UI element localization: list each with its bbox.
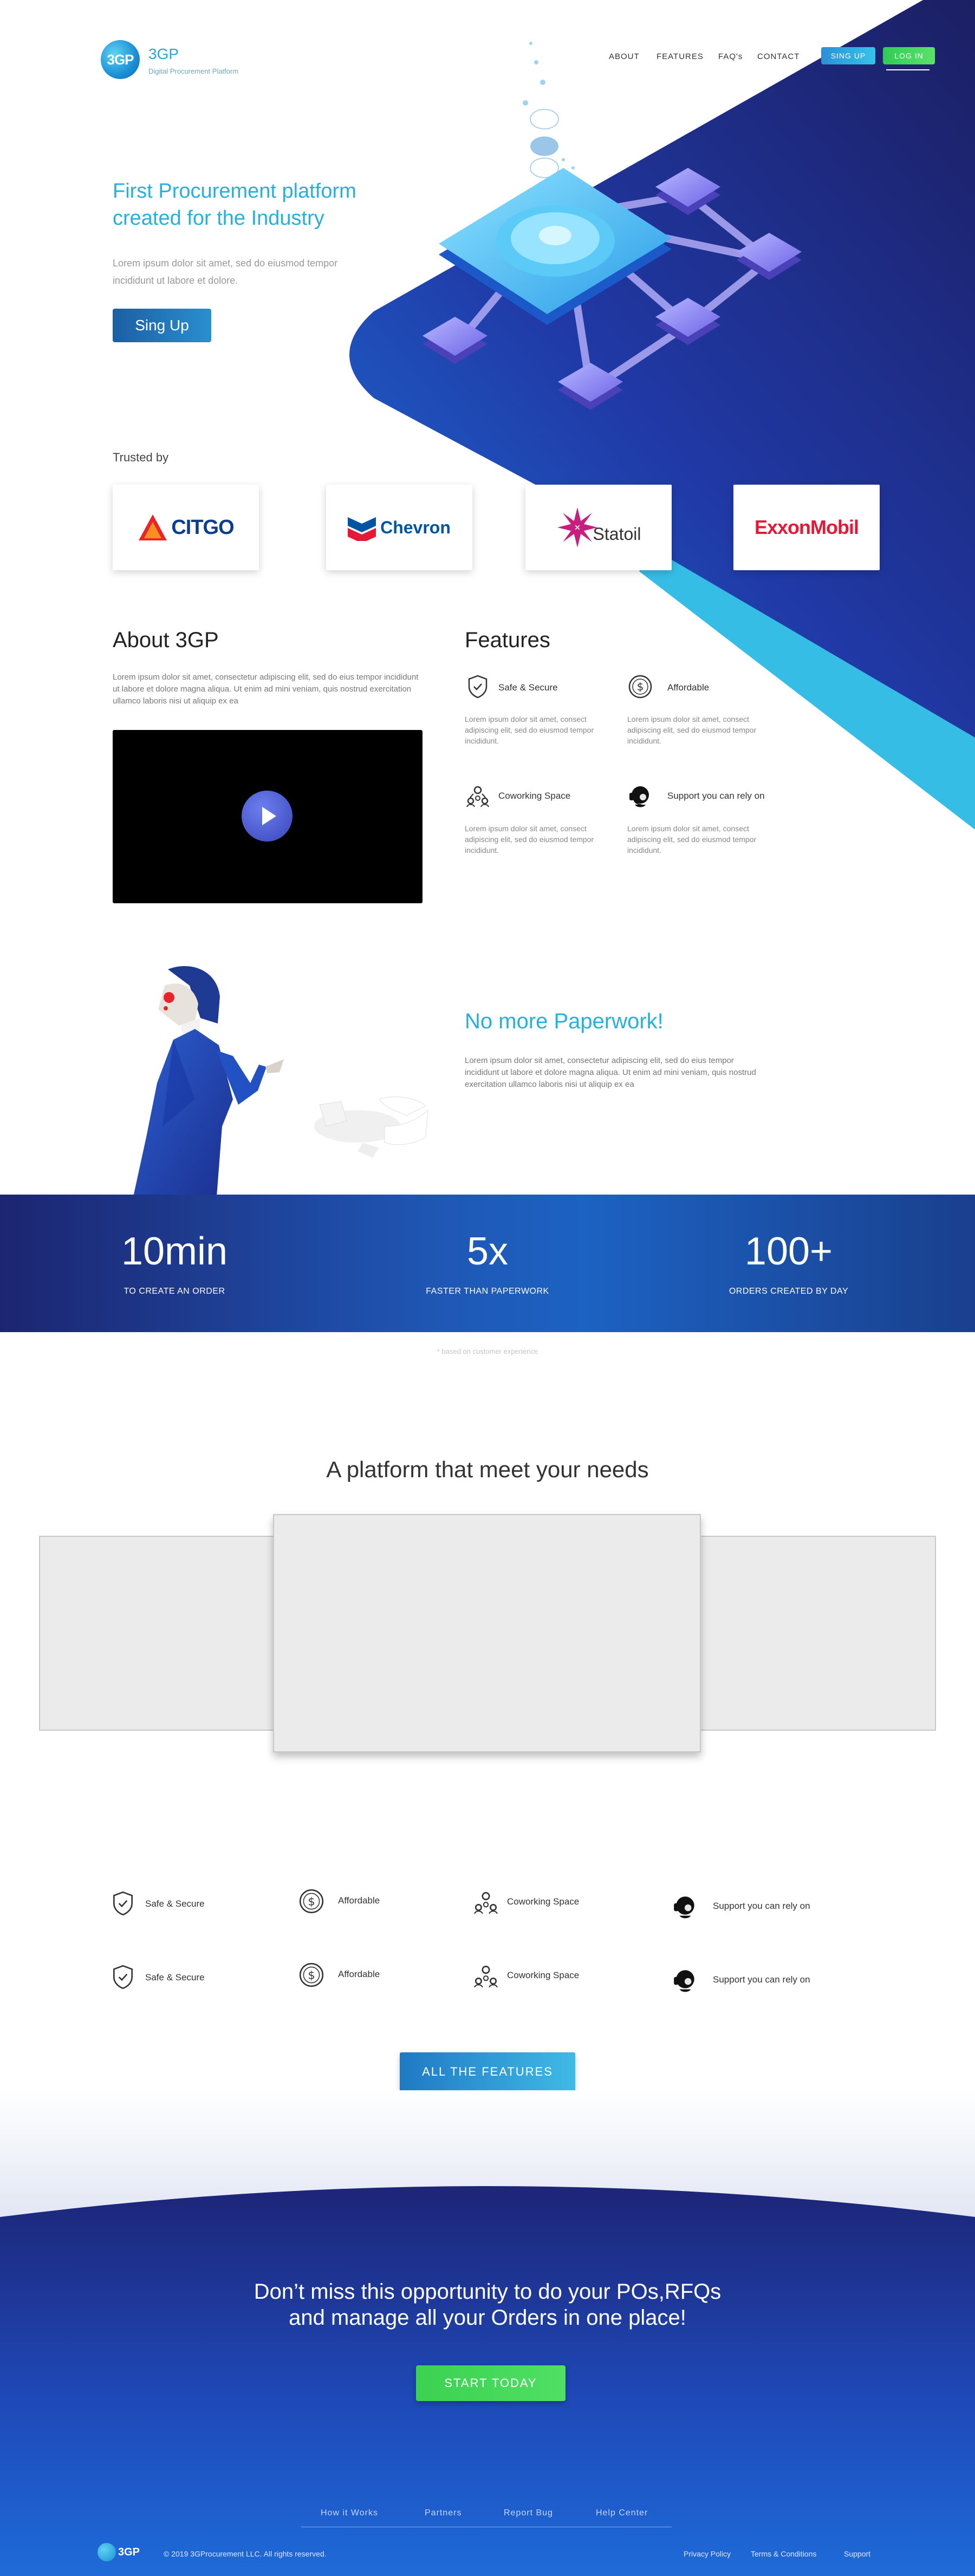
logo-name[interactable]: 3GP (148, 45, 179, 63)
stat-value-orders: 100+ (744, 1230, 833, 1273)
grid-label-coworking-2: Coworking Space (507, 1970, 580, 1980)
grid-label-affordable-1: Affordable (338, 1895, 380, 1906)
carousel-slide-active[interactable] (273, 1514, 701, 1752)
team-icon (466, 786, 489, 807)
feature-title-affordable: Affordable (667, 682, 710, 693)
cta-headline-line1: Don’t miss this opportunity to do your P… (253, 2280, 722, 2304)
start-today-button[interactable]: START TODAY (416, 2365, 566, 2401)
citgo-logo-icon (139, 514, 167, 540)
nav-contact[interactable]: CONTACT (757, 52, 800, 61)
statoil-star-icon (557, 507, 597, 547)
feature-text-support: Lorem ipsum dolor sit amet, consect adip… (627, 824, 757, 855)
footer-privacy-link[interactable]: Privacy Policy (684, 2549, 731, 2558)
brand-name-exxonmobil: ExxonMobil (754, 516, 859, 538)
svg-text:$: $ (308, 1895, 315, 1908)
footer-background (0, 2090, 975, 2576)
shield-check-icon (113, 1891, 133, 1916)
brand-name-citgo: CITGO (171, 516, 234, 539)
paperwork-title: No more Paperwork! (465, 1009, 664, 1033)
nav-features[interactable]: FEATURES (656, 52, 704, 61)
grid-label-safe-1: Safe & Secure (145, 1899, 205, 1909)
grid-label-support-1: Support you can rely on (713, 1901, 810, 1911)
brand-name-chevron: Chevron (380, 517, 451, 537)
footer-logo-badge-icon (98, 2543, 116, 2561)
cta-headline-line2: and manage all your Orders in one place! (289, 2306, 686, 2330)
footer-copyright: © 2019 3GProcurement LLC. All rights res… (164, 2549, 327, 2558)
team-icon (474, 1892, 498, 1914)
svg-text:$: $ (308, 1968, 315, 1981)
stat-label-time: TO CREATE AN ORDER (123, 1287, 225, 1296)
feature-text-affordable: Lorem ipsum dolor sit amet, consect adip… (627, 715, 757, 745)
logo-badge[interactable]: 3GP (101, 40, 140, 79)
feature-text-coworking: Lorem ipsum dolor sit amet, consect adip… (465, 824, 594, 855)
stats-footnote: * based on customer experience (437, 1347, 538, 1355)
hero-title: First Procurement platform created for t… (113, 180, 356, 230)
carousel-slide-right[interactable] (665, 1536, 936, 1731)
chevron-logo-icon (348, 517, 376, 541)
stat-value-speed: 5x (466, 1230, 509, 1273)
dollar-coin-icon: $ (299, 1962, 324, 1987)
svg-text:$: $ (637, 680, 644, 693)
platform-title: A platform that meet your needs (326, 1457, 649, 1482)
support-headset-icon (674, 1896, 694, 1919)
support-headset-icon (629, 786, 649, 807)
feature-title-coworking: Coworking Space (498, 791, 571, 801)
footer-logo[interactable]: 3GP (118, 2546, 140, 2559)
footer-terms-link[interactable]: Terms & Conditions (751, 2549, 816, 2558)
about-text: Lorem ipsum dolor sit amet, consectetur … (113, 673, 419, 706)
brand-card-citgo: CITGO (113, 485, 259, 570)
paperwork-text: Lorem ipsum dolor sit amet, consectetur … (465, 1056, 756, 1089)
nav-faqs[interactable]: FAQ's (718, 52, 743, 61)
footer-link-partners[interactable]: Partners (425, 2508, 461, 2518)
all-features-button[interactable]: ALL THE FEATURES (400, 2052, 575, 2091)
logo-tagline: Digital Procurement Platform (148, 67, 239, 75)
stat-label-speed: FASTER THAN PAPERWORK (426, 1287, 549, 1296)
brand-card-chevron: Chevron (326, 485, 472, 570)
shield-check-icon (113, 1965, 133, 1990)
team-icon (474, 1965, 498, 1988)
grid-label-coworking-1: Coworking Space (507, 1896, 580, 1907)
login-button[interactable]: LOG IN (883, 47, 935, 64)
hero-signup-button[interactable]: Sing Up (113, 309, 211, 342)
grid-label-safe-2: Safe & Secure (145, 1972, 205, 1982)
network-illustration (422, 42, 802, 410)
signup-button[interactable]: SING UP (821, 47, 875, 64)
features-title: Features (465, 628, 550, 652)
carousel-slide-left[interactable] (39, 1536, 310, 1731)
dollar-coin-icon: $ (628, 675, 652, 699)
hero-subtitle: Lorem ipsum dolor sit amet, sed do eiusm… (113, 258, 338, 286)
brand-card-statoil: Statoil (525, 485, 672, 570)
footer-support-link[interactable]: Support (844, 2549, 870, 2558)
dollar-coin-icon: $ (299, 1889, 324, 1914)
stat-label-orders: ORDERS CREATED BY DAY (729, 1287, 849, 1296)
footer-link-help-center[interactable]: Help Center (596, 2508, 648, 2518)
play-button[interactable] (242, 791, 292, 842)
brand-name-statoil: Statoil (593, 524, 641, 544)
footer-link-how-it-works[interactable]: How it Works (321, 2508, 378, 2518)
nav-about[interactable]: ABOUT (609, 52, 640, 61)
businesswoman-illustration (133, 966, 428, 1197)
grid-label-support-2: Support you can rely on (713, 1974, 810, 1985)
feature-title-support: Support you can rely on (667, 791, 765, 801)
support-headset-icon (674, 1970, 694, 1992)
shield-check-icon (468, 675, 487, 699)
about-title: About 3GP (113, 628, 219, 652)
feature-text-safe: Lorem ipsum dolor sit amet, consect adip… (465, 715, 594, 745)
trusted-by-label: Trusted by (113, 451, 169, 464)
login-underline (886, 69, 929, 70)
brand-card-exxonmobil: ExxonMobil (733, 485, 880, 570)
stat-value-time: 10min (121, 1230, 228, 1273)
footer-link-report-bug[interactable]: Report Bug (504, 2508, 553, 2518)
feature-title-safe: Safe & Secure (498, 682, 558, 693)
grid-label-affordable-2: Affordable (338, 1969, 380, 1979)
